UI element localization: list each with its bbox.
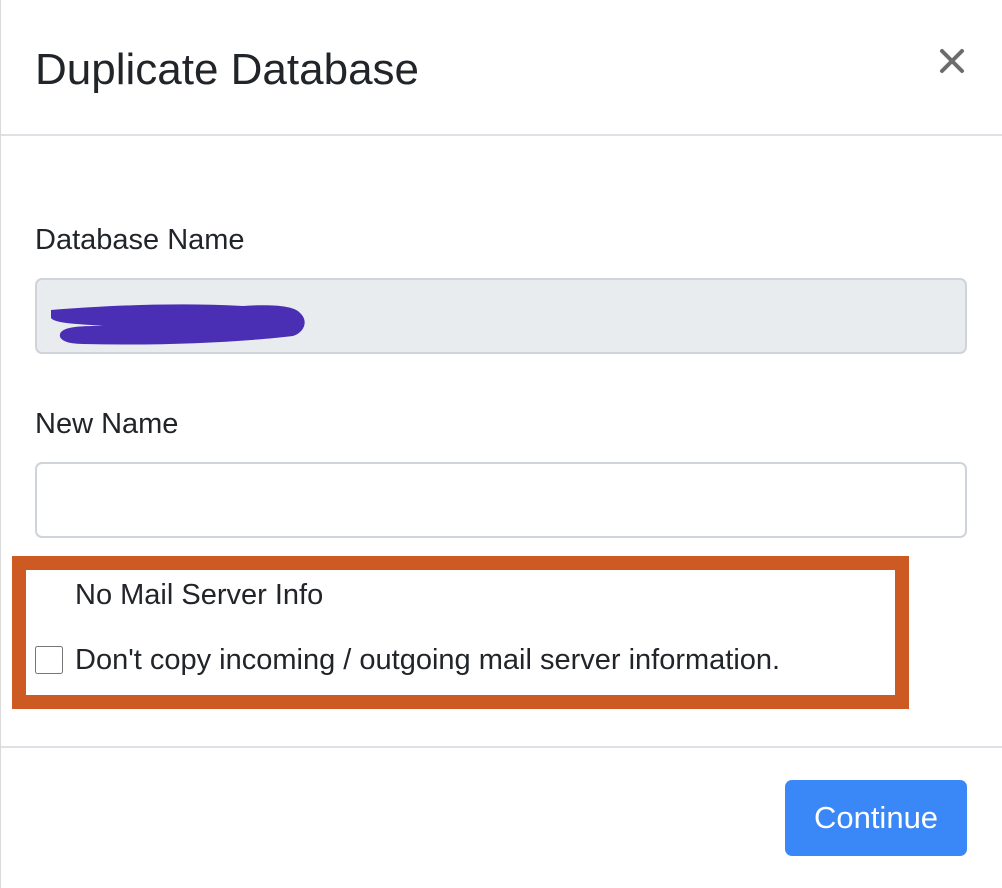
no-mail-checkbox-row[interactable]: Don't copy incoming / outgoing mail serv…: [35, 640, 780, 680]
redaction-mark: [43, 292, 313, 352]
continue-button[interactable]: Continue: [785, 780, 967, 856]
database-name-field: [35, 278, 967, 354]
new-name-label: New Name: [35, 408, 179, 440]
mail-option-title: No Mail Server Info: [75, 579, 324, 611]
duplicate-database-dialog: Duplicate Database Database Name New Nam…: [0, 0, 1002, 888]
new-name-input[interactable]: [35, 462, 967, 538]
no-mail-checkbox-label[interactable]: Don't copy incoming / outgoing mail serv…: [75, 641, 780, 679]
dialog-header: Duplicate Database: [1, 0, 1002, 136]
no-mail-checkbox[interactable]: [35, 646, 63, 674]
dialog-title: Duplicate Database: [35, 45, 420, 94]
close-icon: [933, 42, 971, 80]
close-button[interactable]: [933, 42, 971, 80]
database-name-label: Database Name: [35, 224, 245, 256]
